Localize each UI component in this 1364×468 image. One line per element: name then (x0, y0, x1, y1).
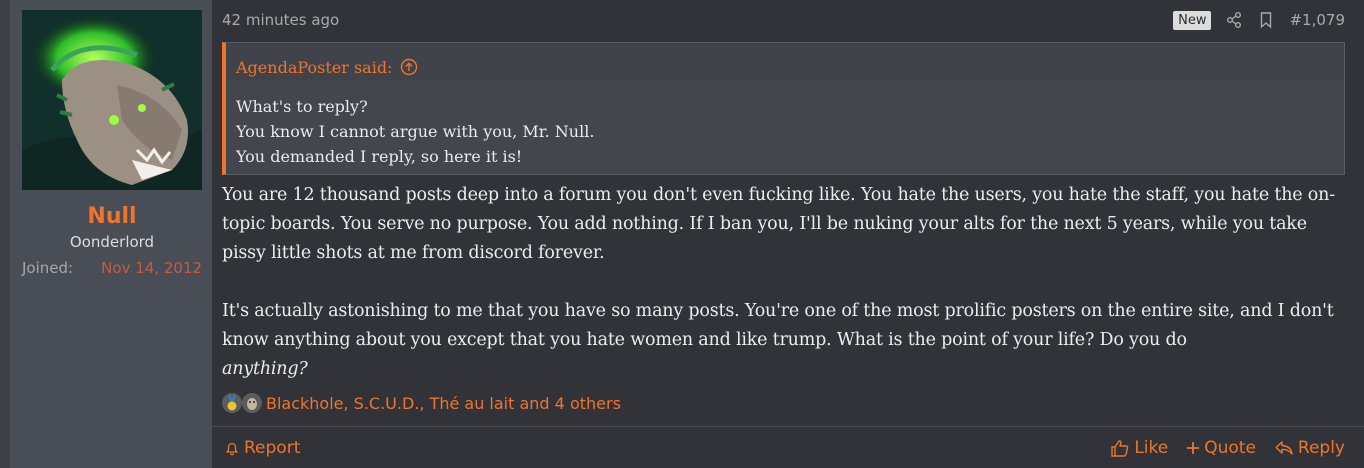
post-header-actions: New #1,079 (1173, 10, 1345, 30)
message-paragraph: You are 12 thousand posts deep into a fo… (222, 185, 1335, 263)
joined-date: Nov 14, 2012 (101, 259, 202, 277)
medal-reaction-icon (222, 393, 242, 413)
quote-header[interactable]: AgendaPoster said: (226, 43, 1344, 80)
reaction-users[interactable]: Blackhole, S.C.U.D., Thé au lait and 4 o… (266, 394, 621, 413)
quote-author[interactable]: AgendaPoster said: (236, 58, 392, 77)
share-icon[interactable] (1225, 11, 1243, 29)
quote-line: You know I cannot argue with you, Mr. Nu… (236, 122, 595, 141)
quote-line: What's to reply? (236, 97, 368, 116)
reply-button[interactable]: Reply (1274, 438, 1345, 458)
message-text: It's actually astonishing to me that you… (222, 301, 1334, 350)
quote-block: AgendaPoster said: What's to reply? You … (222, 42, 1345, 175)
reply-arrow-icon (1275, 440, 1293, 455)
reactions-bar[interactable]: Blackhole, S.C.U.D., Thé au lait and 4 o… (222, 390, 1345, 416)
new-badge: New (1173, 10, 1212, 30)
like-button[interactable]: Like (1110, 438, 1168, 458)
post-time[interactable]: 42 minutes ago (222, 11, 339, 29)
user-cell: Null Oonderlord Joined: Nov 14, 2012 (0, 0, 212, 468)
quote-line: You demanded I reply, so here it is! (236, 147, 523, 166)
thumbs-up-icon (1111, 439, 1129, 457)
post-header: 42 minutes ago New #1,079 (222, 10, 1345, 30)
animal-reaction-icon (242, 393, 262, 413)
message-emphasis: anything? (222, 359, 308, 379)
user-title: Oonderlord (69, 233, 155, 251)
post-footer: Report Like Quote Reply (212, 426, 1364, 468)
avatar[interactable] (22, 10, 202, 190)
username[interactable]: Null (22, 204, 202, 229)
quote-label: Quote (1204, 437, 1256, 458)
avatar-image (22, 10, 202, 190)
post-number[interactable]: #1,079 (1289, 11, 1345, 29)
post: Null Oonderlord Joined: Nov 14, 2012 42 … (0, 0, 1364, 468)
like-label: Like (1134, 437, 1169, 458)
reply-label: Reply (1297, 437, 1345, 458)
plus-icon (1187, 441, 1200, 454)
message-body: You are 12 thousand posts deep into a fo… (222, 181, 1345, 384)
post-main: 42 minutes ago New #1,079 AgendaPoster s… (212, 0, 1364, 468)
report-label: Report (244, 437, 301, 458)
quote-body: What's to reply? You know I cannot argue… (226, 80, 1344, 169)
quote-button[interactable]: Quote (1186, 438, 1256, 458)
arrow-up-circle-icon[interactable] (400, 58, 418, 76)
joined-label: Joined: (22, 259, 74, 277)
bookmark-icon[interactable] (1257, 11, 1275, 29)
joined-row: Joined: Nov 14, 2012 (22, 259, 202, 277)
message-paragraph: It's actually astonishing to me that you… (222, 297, 1345, 384)
post-footer-actions: Like Quote Reply (1110, 438, 1345, 458)
report-button[interactable]: Report (224, 438, 300, 458)
bell-icon (225, 442, 239, 455)
reaction-icons (222, 393, 262, 413)
